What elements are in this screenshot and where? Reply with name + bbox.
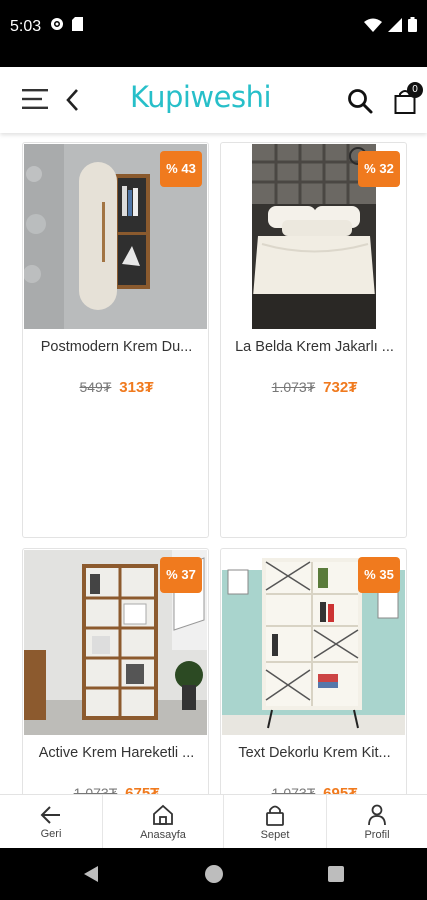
home-icon (153, 804, 173, 825)
new-price: 695₮ (323, 785, 358, 794)
nav-home[interactable]: Anasayfa (102, 795, 223, 849)
product-card[interactable]: % 43 Postmodern Krem Du... 549₮ 313₮ (22, 142, 209, 538)
system-back-icon[interactable] (83, 865, 99, 883)
product-card[interactable]: % 32 La Belda Krem Jakarlı ... 1.073₮ 73… (220, 142, 407, 538)
arrow-left-icon (40, 805, 60, 824)
lock-icon (266, 805, 284, 826)
discount-badge: % 32 (358, 151, 400, 187)
old-price: 1.073₮ (73, 785, 118, 794)
search-icon[interactable] (346, 87, 374, 115)
nav-back[interactable]: Geri (0, 795, 102, 849)
status-time: 5:03 (10, 18, 42, 35)
product-grid: % 43 Postmodern Krem Du... 549₮ 313₮ % 3… (0, 133, 427, 794)
app-header: Kupiweshi 0 (0, 67, 427, 133)
old-price: 1.073₮ (271, 785, 316, 794)
nav-profile-label: Profil (364, 828, 390, 841)
nav-back-label: Geri (40, 827, 62, 840)
product-title: La Belda Krem Jakarlı ... (235, 339, 394, 355)
product-title: Active Krem Hareketli ... (38, 745, 195, 761)
product-prices: 1.073₮ 732₮ (221, 379, 406, 396)
product-title: Postmodern Krem Du... (40, 339, 193, 355)
nav-profile[interactable]: Profil (326, 795, 427, 849)
system-home-icon[interactable] (205, 865, 223, 883)
old-price: 549₮ (79, 379, 112, 395)
product-prices: 1.073₮ 695₮ (221, 785, 406, 794)
discount-badge: % 37 (160, 557, 202, 593)
product-card[interactable]: % 37 Active Krem Hareketli ... 1.073₮ 67… (22, 548, 209, 794)
nav-cart[interactable]: Sepet (223, 795, 326, 849)
bottom-nav: Geri Anasayfa Sepet Profil (0, 794, 427, 849)
app-logo[interactable]: Kupiweshi (130, 80, 272, 114)
status-bar: 5:03 (0, 0, 427, 67)
cart-count-badge: 0 (407, 82, 423, 98)
wifi-icon (364, 18, 382, 32)
signal-icon (388, 17, 402, 32)
old-price: 1.073₮ (271, 379, 316, 395)
new-price: 732₮ (323, 379, 358, 396)
battery-icon (408, 17, 417, 32)
product-prices: 549₮ 313₮ (23, 379, 208, 396)
product-card[interactable]: % 35 Text Dekorlu Krem Kit... 1.073₮ 695… (220, 548, 407, 794)
nav-home-label: Anasayfa (140, 828, 186, 841)
menu-icon[interactable] (22, 87, 50, 111)
discount-badge: % 35 (358, 557, 400, 593)
product-title: Text Dekorlu Krem Kit... (238, 745, 391, 761)
product-prices: 1.073₮ 675₮ (23, 785, 208, 794)
sim-card-icon (72, 17, 83, 31)
system-recents-icon[interactable] (328, 866, 344, 882)
user-icon (368, 804, 386, 825)
new-price: 675₮ (125, 785, 160, 794)
discount-badge: % 43 (160, 151, 202, 187)
new-price: 313₮ (119, 379, 154, 396)
back-chevron-icon[interactable] (63, 87, 83, 113)
settings-icon (51, 18, 63, 30)
cart-button[interactable]: 0 (394, 82, 424, 115)
nav-cart-label: Sepet (260, 828, 290, 841)
system-nav-bar (0, 848, 427, 900)
